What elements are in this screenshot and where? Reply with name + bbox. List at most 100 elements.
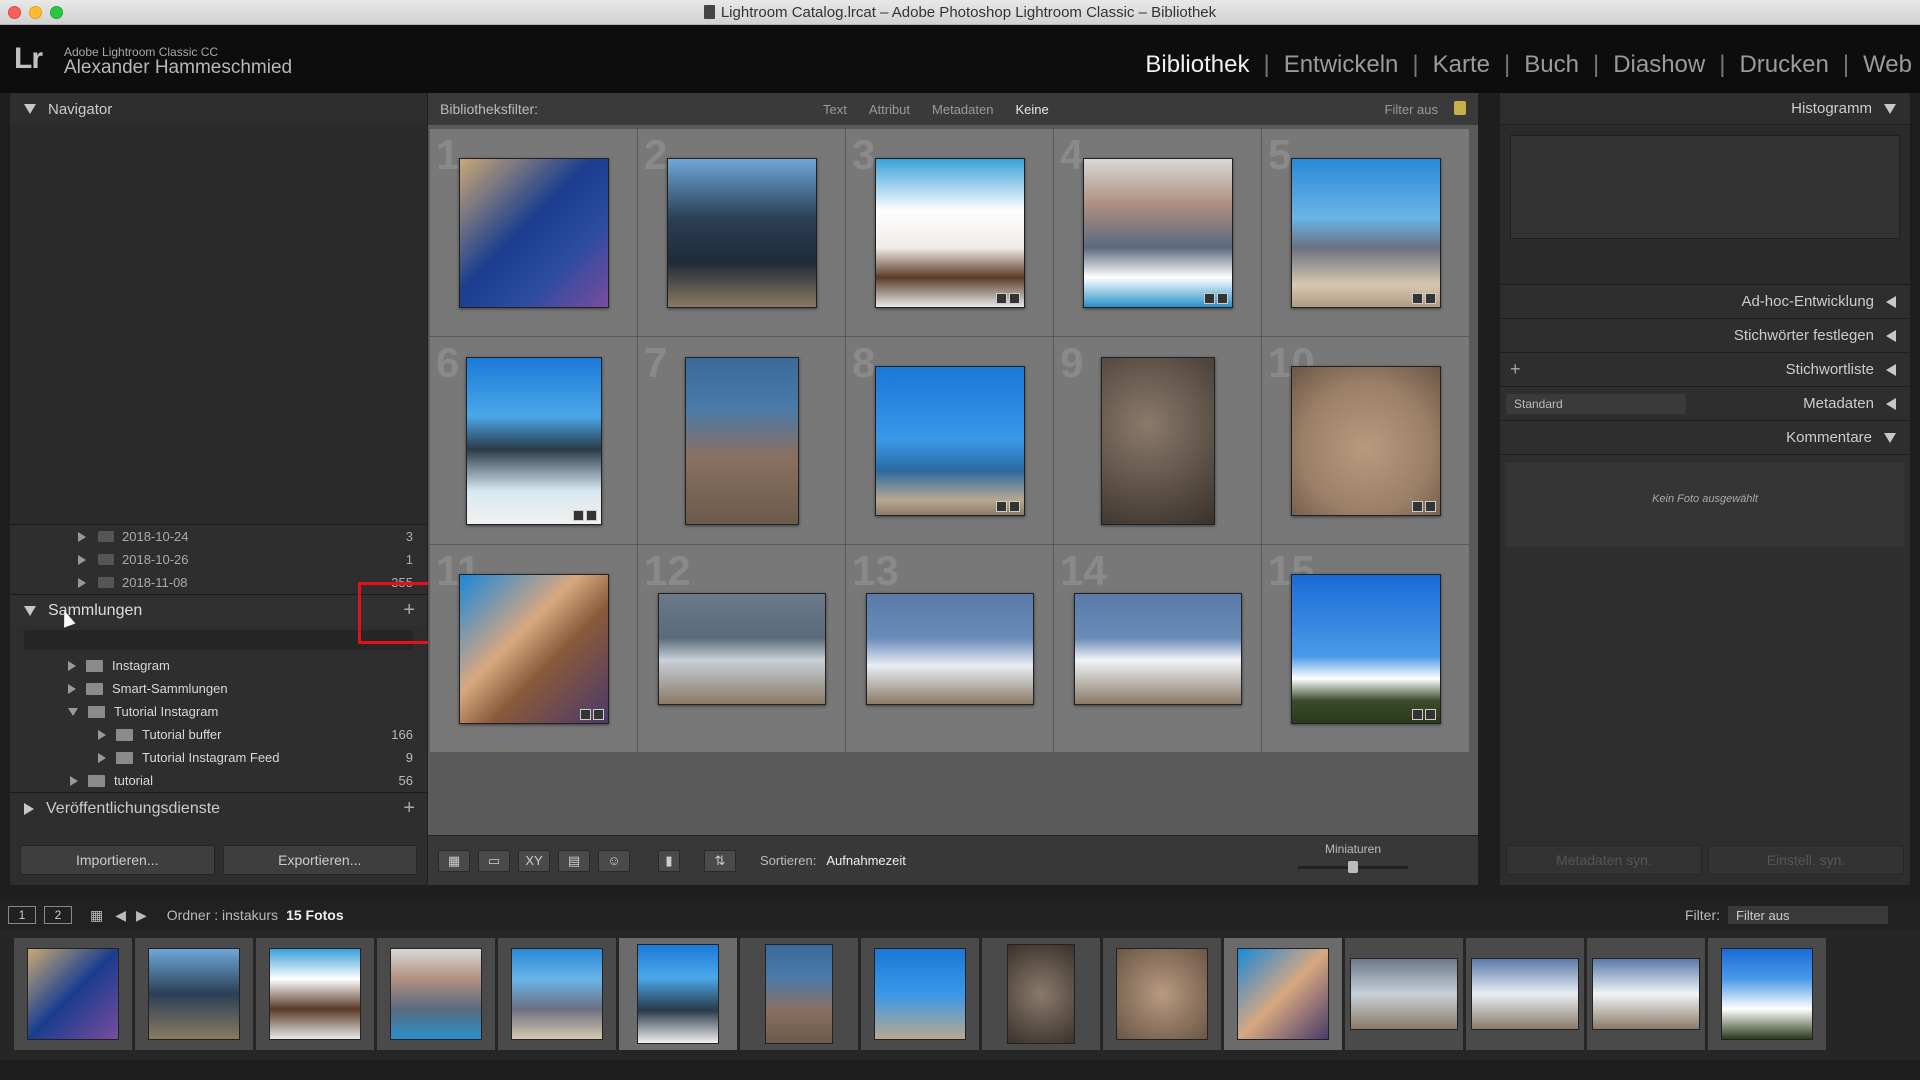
quick-develop-header[interactable]: Ad-hoc-Entwicklung (1500, 285, 1910, 319)
filmstrip-thumbnail[interactable] (1350, 958, 1458, 1030)
sort-select[interactable]: Aufnahmezeit (826, 853, 906, 868)
photo-thumbnail[interactable] (1082, 157, 1233, 308)
module-karte[interactable]: Karte (1433, 51, 1490, 79)
grid-cell[interactable]: 1 (430, 129, 638, 337)
module-bibliothek[interactable]: Bibliothek (1145, 51, 1249, 79)
expand-triangle-icon[interactable] (68, 660, 76, 671)
people-view-icon[interactable]: ☺ (598, 849, 630, 872)
collection-row-tutorial-buffer[interactable]: Tutorial buffer 166 (10, 723, 427, 746)
window-1-tab[interactable]: 1 (8, 906, 36, 924)
filmstrip-cell[interactable] (861, 938, 979, 1050)
photo-thumbnail[interactable] (684, 356, 799, 525)
photo-thumbnail[interactable] (1073, 592, 1242, 705)
grid-cell[interactable]: 14 (1054, 545, 1262, 753)
filmstrip-thumbnail[interactable] (1007, 944, 1075, 1044)
photo-thumbnail[interactable] (874, 157, 1025, 308)
collection-row-tutorial-feed[interactable]: Tutorial Instagram Feed 9 (10, 746, 427, 769)
photo-thumbnail[interactable] (666, 157, 817, 308)
grid-cell[interactable]: 8 (846, 337, 1054, 545)
grid-cell[interactable]: 9 (1054, 337, 1262, 545)
thumbnail-size-slider[interactable] (1298, 861, 1408, 873)
photo-thumbnail[interactable] (465, 356, 602, 525)
grid-cell[interactable]: 6 (430, 337, 638, 545)
histogram-header[interactable]: Histogramm (1500, 93, 1910, 125)
forward-arrow-icon[interactable]: ▶ (136, 907, 147, 924)
metadata-preset-select[interactable]: Standard (1506, 393, 1686, 414)
filmstrip-cell[interactable] (740, 938, 858, 1050)
filmstrip-thumbnail[interactable] (874, 948, 966, 1040)
filmstrip-thumbnail[interactable] (1471, 958, 1579, 1030)
loupe-view-icon[interactable]: ▭ (478, 849, 510, 872)
filmstrip-cell[interactable] (1466, 938, 1584, 1050)
photo-count[interactable]: 15 Fotos (286, 907, 344, 923)
module-diashow[interactable]: Diashow (1613, 51, 1705, 79)
filter-tab-attribut[interactable]: Attribut (869, 102, 910, 117)
sync-settings-button[interactable]: Einstell. syn. (1708, 845, 1904, 875)
filmstrip-thumbnail[interactable] (637, 944, 719, 1044)
grid-cell[interactable]: 2 (638, 129, 846, 337)
filmstrip-thumbnail[interactable] (148, 948, 240, 1040)
collection-row-smart[interactable]: Smart-Sammlungen (10, 677, 427, 700)
grid-cell[interactable]: 4 (1054, 129, 1262, 337)
sort-direction-icon[interactable]: ⇅ (704, 849, 736, 872)
add-publish-service-plus-icon[interactable]: + (403, 797, 415, 820)
publish-services-header[interactable]: Veröffentlichungsdienste + (10, 792, 427, 824)
survey-view-icon[interactable]: ▤ (558, 849, 590, 872)
window-2-tab[interactable]: 2 (44, 906, 72, 924)
filmstrip-cell[interactable] (1345, 938, 1463, 1050)
filmstrip-thumbnail[interactable] (1116, 948, 1208, 1040)
filmstrip-cell[interactable] (135, 938, 253, 1050)
navigator-header[interactable]: Navigator (10, 93, 427, 125)
filmstrip-thumbnail[interactable] (511, 948, 603, 1040)
grid-cell[interactable]: 3 (846, 129, 1054, 337)
add-keyword-plus-icon[interactable]: + (1510, 359, 1521, 380)
collection-filter-input[interactable] (24, 630, 413, 650)
module-drucken[interactable]: Drucken (1739, 51, 1828, 79)
expand-triangle-icon[interactable] (78, 554, 86, 565)
filmstrip-cell[interactable] (1708, 938, 1826, 1050)
slider-knob[interactable] (1348, 861, 1358, 873)
collection-row-tutorial[interactable]: tutorial 56 (10, 769, 427, 792)
photo-thumbnail[interactable] (1290, 157, 1441, 308)
filmstrip-thumbnail[interactable] (27, 948, 119, 1040)
sync-metadata-button[interactable]: Metadaten syn. (1506, 845, 1702, 875)
filmstrip-thumbnail[interactable] (269, 948, 361, 1040)
photo-thumbnail[interactable] (865, 592, 1034, 705)
spray-can-icon[interactable]: ▮ (658, 849, 680, 872)
keyword-list-header[interactable]: + Stichwortliste (1500, 353, 1910, 387)
filmstrip-filter-select[interactable]: Filter aus (1728, 906, 1888, 924)
filmstrip-cell[interactable] (1587, 938, 1705, 1050)
expand-triangle-icon[interactable] (98, 752, 106, 763)
module-buch[interactable]: Buch (1524, 51, 1579, 79)
module-entwickeln[interactable]: Entwickeln (1284, 51, 1399, 79)
zoom-window-button[interactable] (50, 6, 63, 19)
filter-tab-keine[interactable]: Keine (1015, 102, 1048, 117)
grid-cell[interactable]: 7 (638, 337, 846, 545)
export-button[interactable]: Exportieren... (222, 845, 417, 875)
folder-row[interactable]: 2018-10-24 3 (10, 525, 427, 548)
filmstrip-thumbnail[interactable] (1592, 958, 1700, 1030)
back-arrow-icon[interactable]: ◀ (115, 907, 126, 924)
filmstrip-thumbnail[interactable] (390, 948, 482, 1040)
expand-triangle-icon[interactable] (98, 729, 106, 740)
filter-tab-metadaten[interactable]: Metadaten (932, 102, 993, 117)
module-web[interactable]: Web (1863, 51, 1912, 79)
grid-cell[interactable]: 12 (638, 545, 846, 753)
filter-preset-select[interactable]: Filter aus (1385, 102, 1438, 117)
filter-tab-text[interactable]: Text (823, 102, 847, 117)
filmstrip-cell[interactable] (1103, 938, 1221, 1050)
folder-row[interactable]: 2018-10-26 1 (10, 548, 427, 571)
minimize-window-button[interactable] (29, 6, 42, 19)
photo-thumbnail[interactable] (1290, 365, 1441, 516)
filmstrip-cell[interactable] (14, 938, 132, 1050)
grid-cell[interactable]: 15 (1262, 545, 1470, 753)
collection-row-instagram[interactable]: Instagram (10, 654, 427, 677)
filmstrip-cell[interactable] (498, 938, 616, 1050)
photo-thumbnail[interactable] (1100, 356, 1215, 525)
photo-thumbnail[interactable] (874, 365, 1025, 516)
grid-cell[interactable]: 13 (846, 545, 1054, 753)
filmstrip-source[interactable]: Ordner : instakurs (167, 907, 278, 923)
grid-cell[interactable]: 5 (1262, 129, 1470, 337)
expand-triangle-icon[interactable] (78, 577, 86, 588)
grid-view-icon[interactable]: ▦ (438, 849, 470, 872)
